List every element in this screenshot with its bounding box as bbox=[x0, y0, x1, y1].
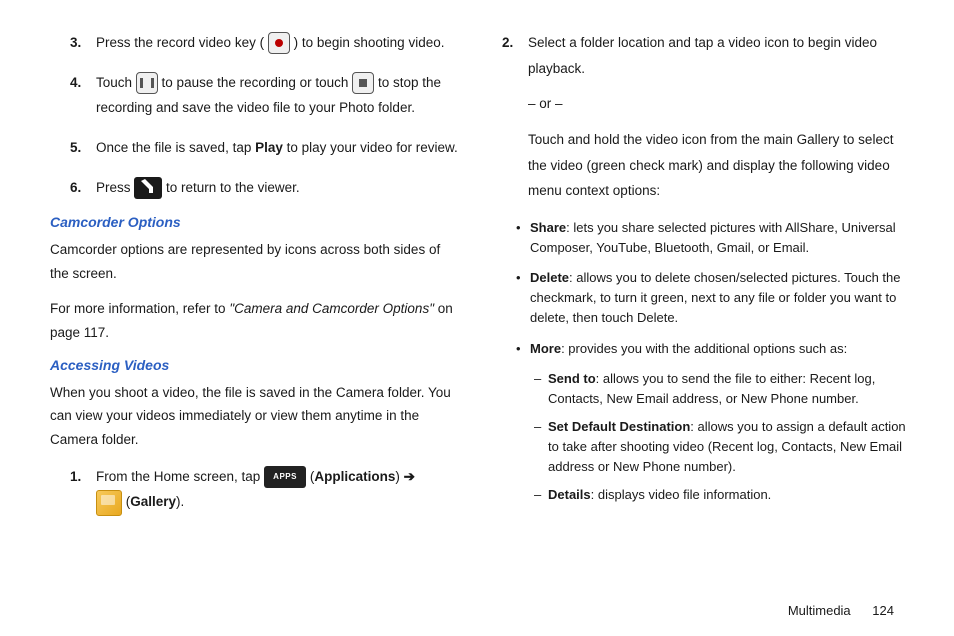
applications-label: Applications bbox=[314, 469, 395, 484]
record-icon bbox=[268, 32, 290, 54]
sub-bullet-setdefault: – Set Default Destination: allows you to… bbox=[502, 417, 914, 477]
text: For more information, refer to bbox=[50, 301, 229, 316]
text: ) bbox=[395, 469, 403, 484]
play-label: Play bbox=[255, 140, 283, 155]
pause-icon bbox=[136, 72, 158, 94]
dash-glyph: – bbox=[534, 417, 548, 477]
text: : displays video file information. bbox=[591, 487, 772, 502]
sub-bullet-sendto: – Send to: allows you to send the file t… bbox=[502, 369, 914, 409]
sub-bullet-details: – Details: displays video file informati… bbox=[502, 485, 914, 505]
step-6: 6. Press to return to the viewer. bbox=[50, 175, 462, 201]
step-2: 2. Select a folder location and tap a vi… bbox=[502, 30, 914, 204]
bullet-glyph: • bbox=[516, 218, 530, 258]
left-column: 3. Press the record video key ( ) to beg… bbox=[50, 30, 462, 530]
text: Press the record video key ( bbox=[96, 35, 264, 50]
back-arrow-icon bbox=[134, 177, 162, 199]
bullet-body: Details: displays video file information… bbox=[548, 485, 771, 505]
paragraph: Camcorder options are represented by ico… bbox=[50, 238, 462, 285]
apps-icon: APPS bbox=[264, 466, 306, 488]
text: Touch bbox=[96, 75, 136, 90]
gallery-icon bbox=[96, 490, 122, 516]
heading-accessing-videos: Accessing Videos bbox=[50, 357, 462, 373]
text: Select a folder location and tap a video… bbox=[528, 30, 914, 81]
bullet-body: Set Default Destination: allows you to a… bbox=[548, 417, 914, 477]
bullet-body: More: provides you with the additional o… bbox=[530, 339, 847, 359]
step-body: Press to return to the viewer. bbox=[96, 175, 462, 201]
step-1: 1. From the Home screen, tap APPS (Appli… bbox=[50, 464, 462, 516]
text: Touch and hold the video icon from the m… bbox=[528, 127, 914, 204]
sendto-label: Send to bbox=[548, 371, 596, 386]
step-body: From the Home screen, tap APPS (Applicat… bbox=[96, 464, 462, 516]
bullet-glyph: • bbox=[516, 339, 530, 359]
text: : lets you share selected pictures with … bbox=[530, 220, 896, 255]
bullet-share: • Share: lets you share selected picture… bbox=[502, 218, 914, 258]
bullet-body: Send to: allows you to send the file to … bbox=[548, 369, 914, 409]
text: From the Home screen, tap bbox=[96, 469, 264, 484]
step-4: 4. Touch to pause the recording or touch… bbox=[50, 70, 462, 121]
apps-icon-text: APPS bbox=[273, 469, 297, 484]
step-body: Once the file is saved, tap Play to play… bbox=[96, 135, 462, 161]
paragraph-reference: For more information, refer to "Camera a… bbox=[50, 297, 462, 344]
step-body: Touch to pause the recording or touch to… bbox=[96, 70, 462, 121]
step-5: 5. Once the file is saved, tap Play to p… bbox=[50, 135, 462, 161]
gallery-label: Gallery bbox=[130, 494, 176, 509]
text: : allows you to send the file to either:… bbox=[548, 371, 875, 406]
step-number: 6. bbox=[70, 175, 96, 201]
step-number: 1. bbox=[70, 464, 96, 516]
text: : allows you to delete chosen/selected p… bbox=[530, 270, 901, 325]
heading-camcorder-options: Camcorder Options bbox=[50, 214, 462, 230]
step-number: 3. bbox=[70, 30, 96, 56]
page-footer: Multimedia 124 bbox=[788, 603, 894, 618]
more-label: More bbox=[530, 341, 561, 356]
text: to play your video for review. bbox=[287, 140, 458, 155]
bullet-more: • More: provides you with the additional… bbox=[502, 339, 914, 359]
reference-title: "Camera and Camcorder Options" bbox=[229, 301, 434, 316]
step-body: Select a folder location and tap a video… bbox=[528, 30, 914, 204]
details-label: Details bbox=[548, 487, 591, 502]
step-number: 4. bbox=[70, 70, 96, 121]
setdefault-label: Set Default Destination bbox=[548, 419, 690, 434]
step-number: 2. bbox=[502, 30, 528, 204]
right-column: 2. Select a folder location and tap a vi… bbox=[502, 30, 914, 530]
step-number: 5. bbox=[70, 135, 96, 161]
text: to pause the recording or touch bbox=[162, 75, 353, 90]
text: ). bbox=[176, 494, 184, 509]
bullet-body: Delete: allows you to delete chosen/sele… bbox=[530, 268, 914, 328]
share-label: Share bbox=[530, 220, 566, 235]
step-3: 3. Press the record video key ( ) to beg… bbox=[50, 30, 462, 56]
page-number: 124 bbox=[872, 603, 894, 618]
footer-section: Multimedia bbox=[788, 603, 851, 618]
step-body: Press the record video key ( ) to begin … bbox=[96, 30, 462, 56]
content-columns: 3. Press the record video key ( ) to beg… bbox=[50, 30, 914, 530]
dash-glyph: – bbox=[534, 369, 548, 409]
text: ) to begin shooting video. bbox=[294, 35, 445, 50]
stop-icon bbox=[352, 72, 374, 94]
arrow-icon: ➔ bbox=[404, 469, 415, 484]
bullet-delete: • Delete: allows you to delete chosen/se… bbox=[502, 268, 914, 328]
dash-glyph: – bbox=[534, 485, 548, 505]
delete-label: Delete bbox=[530, 270, 569, 285]
text: : provides you with the additional optio… bbox=[561, 341, 847, 356]
bullet-glyph: • bbox=[516, 268, 530, 328]
bullet-body: Share: lets you share selected pictures … bbox=[530, 218, 914, 258]
text: Press bbox=[96, 180, 134, 195]
text: Once the file is saved, tap bbox=[96, 140, 255, 155]
paragraph: When you shoot a video, the file is save… bbox=[50, 381, 462, 452]
or-divider: – or – bbox=[528, 91, 914, 117]
text: to return to the viewer. bbox=[166, 180, 300, 195]
